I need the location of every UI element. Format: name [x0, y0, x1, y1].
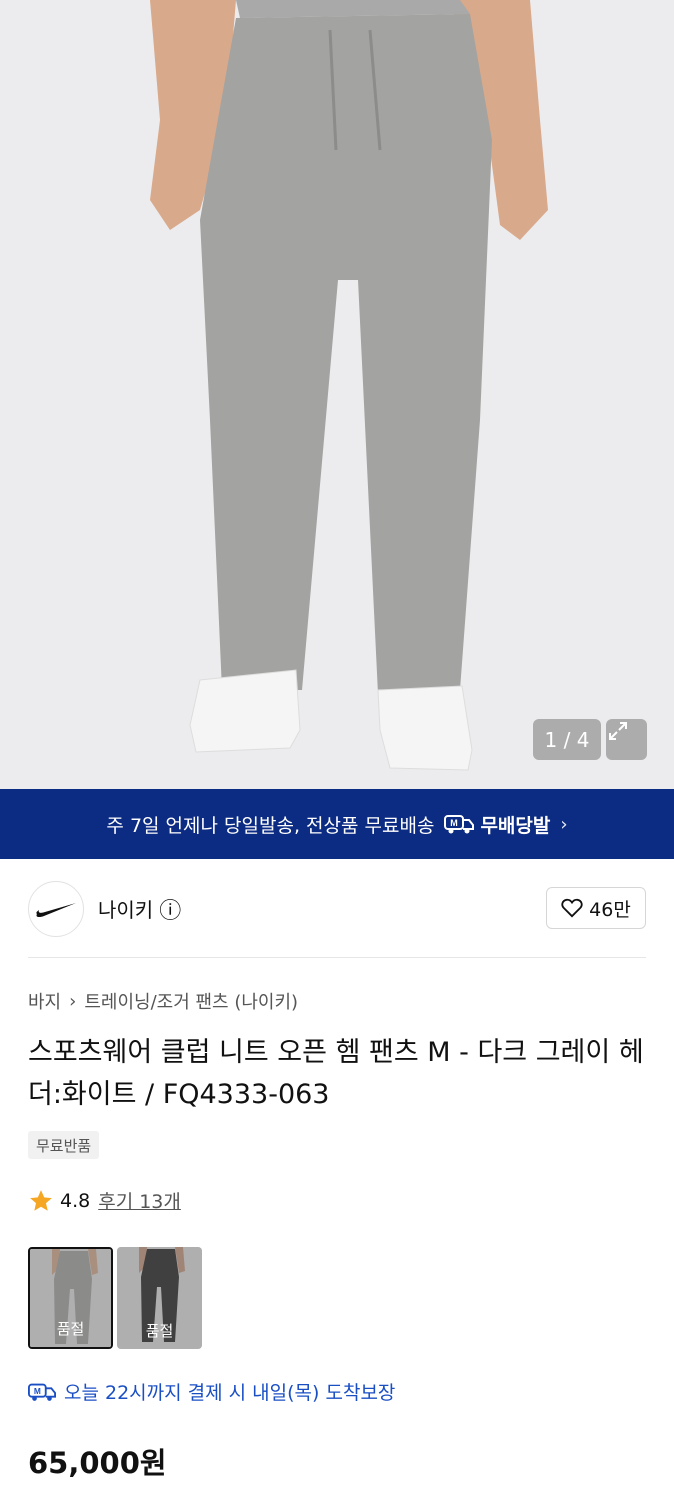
brand-name[interactable]: 나이키 ⓘ [98, 893, 181, 925]
breadcrumb: 바지 › 트레이닝/조거 팬츠 (나이키) [28, 988, 298, 1014]
scrollbar[interactable] [657, 0, 661, 782]
banner-text: 주 7일 언제나 당일발송, 전상품 무료배송 [106, 814, 435, 837]
color-option-gray[interactable]: 품절 [28, 1247, 113, 1349]
info-icon[interactable]: ⓘ [159, 893, 181, 925]
color-options: 품절 품절 [28, 1247, 202, 1349]
rating-score: 4.8 [60, 1189, 91, 1212]
badge-label: 무배당발 [480, 814, 551, 837]
shipping-banner[interactable]: 주 7일 언제나 당일발송, 전상품 무료배송 M 무배당발 › [0, 789, 674, 859]
reviews-link[interactable]: 후기 13개 [98, 1187, 181, 1214]
product-photo [0, 0, 674, 789]
product-image[interactable]: 1 / 4 [0, 0, 674, 789]
rating[interactable]: 4.8 후기 13개 [28, 1187, 181, 1214]
image-pager: 1 / 4 [533, 719, 601, 760]
chevron-right-icon: › [560, 813, 568, 835]
delivery-truck-icon: M [444, 815, 475, 834]
divider [28, 957, 646, 958]
like-count: 46만 [589, 898, 631, 921]
free-return-tag: 무료반품 [28, 1131, 100, 1159]
chevron-right-icon: › [69, 990, 77, 1012]
breadcrumb-subcategory[interactable]: 트레이닝/조거 팬츠 (나이키) [84, 988, 298, 1014]
svg-text:M: M [34, 1385, 41, 1395]
product-price: 65,000원 [28, 1446, 167, 1480]
brand-logo[interactable] [28, 880, 84, 937]
like-button[interactable]: 46만 [546, 887, 646, 929]
delivery-text: 오늘 22시까지 결제 시 내일(목) 도착보장 [64, 1382, 396, 1404]
brand-label: 나이키 [98, 898, 154, 922]
product-title: 스포츠웨어 클럽 니트 오픈 헴 팬츠 M - 다크 그레이 헤더:화이트 / … [28, 1037, 644, 1110]
svg-text:M: M [451, 818, 459, 828]
soldout-label: 품절 [117, 1247, 202, 1349]
heart-icon [561, 898, 583, 918]
free-delivery-badge: M 무배당발 [444, 811, 550, 838]
brand-row: 나이키 ⓘ 46만 [28, 880, 646, 937]
breadcrumb-category[interactable]: 바지 [28, 988, 61, 1014]
expand-icon [609, 722, 627, 740]
star-icon [30, 1189, 52, 1211]
color-option-black[interactable]: 품절 [117, 1247, 202, 1349]
delivery-truck-icon: M [28, 1383, 56, 1401]
soldout-label: 품절 [30, 1249, 111, 1347]
nike-swoosh-icon [36, 902, 76, 917]
expand-button[interactable] [606, 719, 647, 760]
delivery-guarantee: M 오늘 22시까지 결제 시 내일(목) 도착보장 [28, 1378, 395, 1405]
